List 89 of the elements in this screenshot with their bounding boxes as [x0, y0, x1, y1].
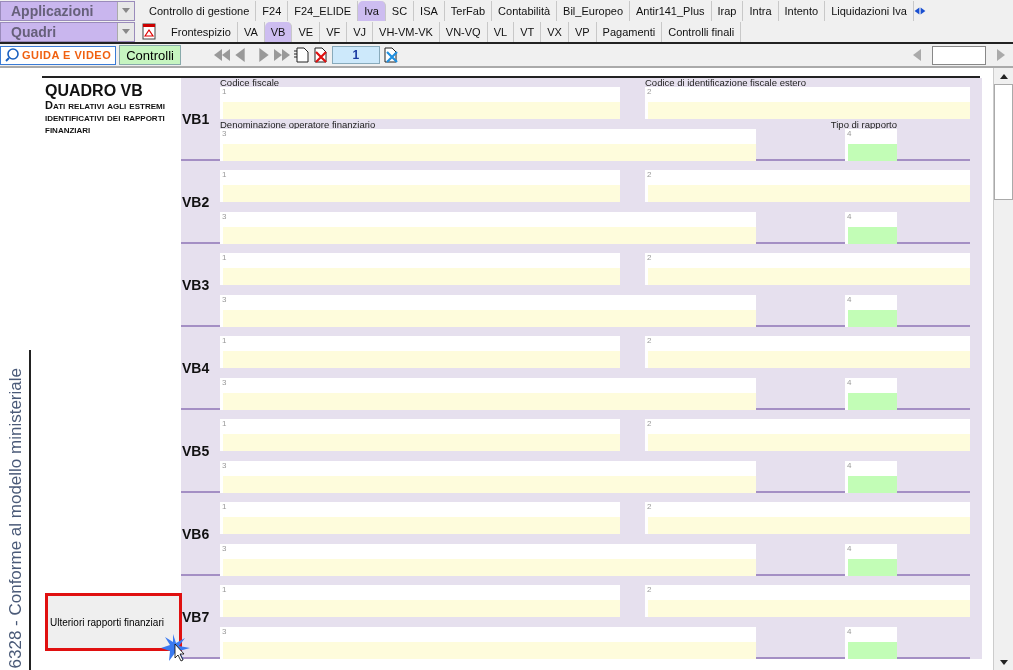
field-number: 4 [847, 129, 853, 140]
field-number: 4 [846, 378, 853, 389]
help-search-icon [5, 48, 19, 62]
row-code: VB2 [181, 192, 211, 212]
form-subtitle: Dati relativi agli estremi identificativi dei rapporti finanziari [45, 99, 166, 135]
tab[interactable]: SC [385, 0, 415, 21]
tab[interactable]: VH-VM-VK [373, 21, 440, 42]
scrollbar-thumb[interactable] [994, 84, 1013, 200]
field-number: 1 [221, 87, 228, 98]
tab[interactable]: Controlli finali [662, 21, 742, 42]
tab[interactable]: Liquidazioni Iva [825, 0, 914, 21]
field-number: 4 [846, 544, 853, 555]
tab[interactable]: Frontespizio [165, 21, 238, 42]
tab[interactable]: Controllo di gestione [143, 0, 257, 21]
tab[interactable]: Iva [358, 0, 386, 21]
field-number: 3 [221, 544, 228, 555]
page-number-field[interactable] [932, 45, 986, 65]
dropdown-caret-icon[interactable] [122, 8, 130, 13]
field-label: Codice di identificazione fiscale estero [645, 78, 807, 87]
row-code: VB5 [181, 441, 211, 461]
tab[interactable]: Intento [778, 0, 826, 21]
field-number: 2 [646, 585, 653, 596]
field-number: 3 [221, 461, 228, 472]
tab[interactable]: VA [237, 21, 265, 42]
previous-icon[interactable] [912, 49, 922, 61]
tab[interactable]: VL [487, 21, 515, 42]
scroll-right-icon[interactable] [920, 6, 926, 15]
side-note: 6328 - Conforme al modello ministeriale [6, 367, 26, 668]
field-number: 4 [846, 461, 853, 472]
field-number: 2 [646, 336, 653, 347]
row-code: VB6 [181, 524, 211, 544]
tab[interactable]: Bil_Europeo [557, 0, 630, 21]
tab[interactable]: VT [514, 21, 542, 42]
field-number: 2 [646, 170, 653, 181]
tab[interactable]: Intra [743, 0, 779, 21]
dropdown-caret-icon[interactable] [122, 29, 130, 34]
row-code: VB4 [181, 358, 211, 378]
field-number: 1 [221, 585, 228, 596]
tab[interactable]: VJ [347, 21, 374, 42]
tab[interactable]: VX [541, 21, 569, 42]
scroll-left-icon[interactable] [914, 6, 920, 15]
field-number: 1 [221, 336, 228, 347]
field-label: Codice fiscale [220, 78, 280, 87]
field-number: 1 [221, 170, 228, 181]
tab[interactable]: ISA [414, 0, 445, 21]
tab[interactable]: Antir141_Plus [630, 0, 712, 21]
page-field[interactable]: 1 [331, 46, 380, 64]
field-number: 4 [846, 295, 853, 306]
row-code: VB7 [181, 607, 211, 627]
tab[interactable]: VN-VQ [439, 21, 488, 42]
field-number: 2 [646, 419, 653, 430]
next-icon[interactable] [996, 49, 1006, 61]
tab[interactable]: F24 [256, 0, 289, 21]
field-number: 3 [221, 295, 228, 306]
tab[interactable]: VE [292, 21, 321, 42]
remove-page-icon[interactable] [382, 47, 399, 63]
tab[interactable]: Irap [711, 0, 744, 21]
first-page-icon[interactable] [212, 48, 231, 62]
field-number: 1 [221, 502, 228, 513]
controls-button[interactable]: Controlli [119, 45, 181, 65]
up-caret-icon [999, 73, 1008, 79]
row-code: VB3 [181, 275, 211, 295]
field-number: 4 [846, 627, 853, 638]
tab[interactable]: TerFab [444, 0, 493, 21]
field-label: Tipo di rapporto [830, 120, 897, 129]
field-number: 2 [646, 87, 653, 98]
field-label: Denominazione operatore finanziario [220, 120, 376, 129]
next-page-icon[interactable] [257, 48, 270, 62]
tab[interactable]: VP [568, 21, 597, 42]
form-title: QUADRO VB [45, 83, 144, 99]
field-number: 3 [221, 627, 228, 638]
field-number: 3 [221, 129, 228, 140]
previous-page-icon[interactable] [233, 48, 246, 62]
field-number: 1 [221, 253, 228, 264]
tab[interactable]: Contabilità [492, 0, 558, 21]
field-number: 1 [221, 419, 228, 430]
field-number: 2 [646, 253, 653, 264]
field-number: 2 [646, 502, 653, 513]
field-number: 3 [221, 378, 228, 389]
new-page-icon[interactable] [293, 47, 310, 63]
tab[interactable]: Pagamenti [596, 21, 663, 42]
field-number: 4 [846, 212, 853, 223]
tab[interactable]: VB [264, 21, 293, 42]
tab[interactable]: VF [320, 21, 348, 42]
row-code: VB1 [181, 109, 211, 129]
down-caret-icon [999, 659, 1008, 665]
field-number: 3 [221, 212, 228, 223]
pdf-icon[interactable] [141, 23, 157, 40]
delete-page-icon[interactable] [312, 47, 329, 63]
